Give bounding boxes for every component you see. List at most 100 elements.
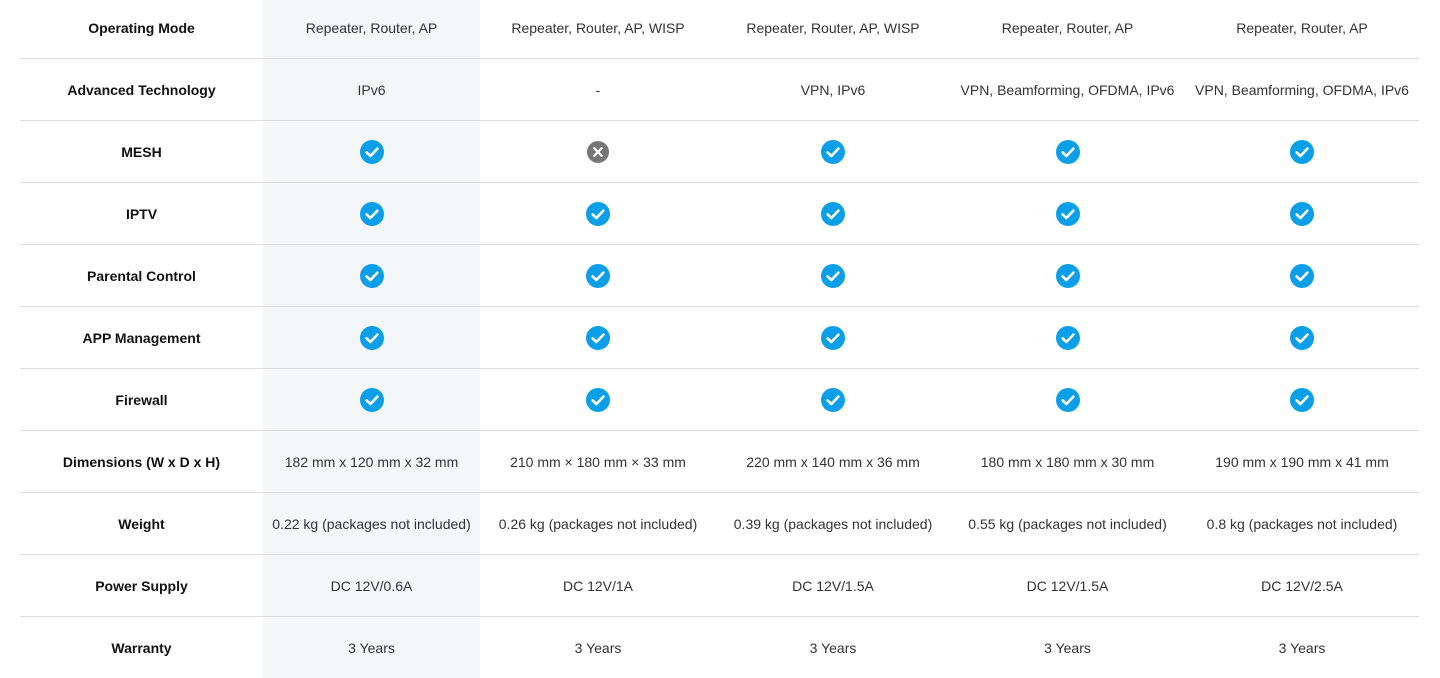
check-circle-icon [821, 140, 845, 164]
table-cell [480, 245, 716, 307]
table-cell: 3 Years [263, 617, 480, 678]
table-cell: DC 12V/0.6A [263, 555, 480, 617]
table-cell: 220 mm x 140 mm x 36 mm [716, 431, 950, 493]
table-cell [950, 307, 1185, 369]
table-cell: Repeater, Router, AP [1185, 0, 1419, 59]
table-cell: DC 12V/1.5A [950, 555, 1185, 617]
table-cell [263, 369, 480, 431]
table-cell: 0.26 kg (packages not included) [480, 493, 716, 555]
table-row: Parental Control [20, 245, 1419, 307]
table-cell: VPN, Beamforming, OFDMA, IPv6 [1185, 59, 1419, 121]
check-circle-icon [586, 202, 610, 226]
row-label: Power Supply [20, 555, 263, 617]
table-cell: 0.8 kg (packages not included) [1185, 493, 1419, 555]
table-row: Firewall [20, 369, 1419, 431]
table-cell: Repeater, Router, AP [263, 0, 480, 59]
table-cell [480, 369, 716, 431]
table-row: Warranty3 Years3 Years3 Years3 Years3 Ye… [20, 617, 1419, 678]
table-cell: VPN, IPv6 [716, 59, 950, 121]
table-cell [950, 183, 1185, 245]
table-row: Dimensions (W x D x H)182 mm x 120 mm x … [20, 431, 1419, 493]
table-cell: 3 Years [480, 617, 716, 678]
table-cell [480, 121, 716, 183]
table-cell [950, 121, 1185, 183]
table-cell: 3 Years [716, 617, 950, 678]
table-cell [716, 245, 950, 307]
table-cell: 0.55 kg (packages not included) [950, 493, 1185, 555]
table-cell [263, 307, 480, 369]
table-row: Advanced TechnologyIPv6-VPN, IPv6VPN, Be… [20, 59, 1419, 121]
table-cell: VPN, Beamforming, OFDMA, IPv6 [950, 59, 1185, 121]
check-circle-icon [1290, 202, 1314, 226]
check-circle-icon [1290, 388, 1314, 412]
table-cell: DC 12V/2.5A [1185, 555, 1419, 617]
table-cell: Repeater, Router, AP [950, 0, 1185, 59]
row-label: Warranty [20, 617, 263, 678]
row-label: Advanced Technology [20, 59, 263, 121]
table-cell: Repeater, Router, AP, WISP [716, 0, 950, 59]
row-label: Parental Control [20, 245, 263, 307]
table-cell [480, 183, 716, 245]
spec-comparison-table: Operating ModeRepeater, Router, APRepeat… [20, 0, 1419, 678]
check-circle-icon [1290, 264, 1314, 288]
check-circle-icon [586, 388, 610, 412]
check-circle-icon [1290, 326, 1314, 350]
table-cell: 3 Years [950, 617, 1185, 678]
check-circle-icon [360, 202, 384, 226]
table-cell: - [480, 59, 716, 121]
table-cell [950, 245, 1185, 307]
table-cell [263, 245, 480, 307]
check-circle-icon [586, 326, 610, 350]
check-circle-icon [1056, 202, 1080, 226]
table-cell: 190 mm x 190 mm x 41 mm [1185, 431, 1419, 493]
table-cell [263, 121, 480, 183]
table-cell [716, 121, 950, 183]
table-cell: 210 mm × 180 mm × 33 mm [480, 431, 716, 493]
table-row: Operating ModeRepeater, Router, APRepeat… [20, 0, 1419, 59]
check-circle-icon [821, 202, 845, 226]
row-label: Dimensions (W x D x H) [20, 431, 263, 493]
row-label: MESH [20, 121, 263, 183]
check-circle-icon [821, 264, 845, 288]
table-cell: 0.39 kg (packages not included) [716, 493, 950, 555]
check-circle-icon [586, 264, 610, 288]
check-circle-icon [821, 326, 845, 350]
cross-circle-icon [586, 140, 610, 164]
table-cell [950, 369, 1185, 431]
table-cell: 3 Years [1185, 617, 1419, 678]
check-circle-icon [1056, 264, 1080, 288]
table-cell [716, 183, 950, 245]
table-cell [1185, 307, 1419, 369]
table-cell [1185, 183, 1419, 245]
table-row: APP Management [20, 307, 1419, 369]
table-cell: 182 mm x 120 mm x 32 mm [263, 431, 480, 493]
check-circle-icon [1056, 140, 1080, 164]
table-cell: IPv6 [263, 59, 480, 121]
table-cell [263, 183, 480, 245]
table-cell: DC 12V/1A [480, 555, 716, 617]
check-circle-icon [360, 140, 384, 164]
row-label: Weight [20, 493, 263, 555]
table-cell: 0.22 kg (packages not included) [263, 493, 480, 555]
table-row: Weight0.22 kg (packages not included)0.2… [20, 493, 1419, 555]
table-cell: DC 12V/1.5A [716, 555, 950, 617]
table-cell [716, 369, 950, 431]
row-label: Firewall [20, 369, 263, 431]
check-circle-icon [1290, 140, 1314, 164]
check-circle-icon [360, 388, 384, 412]
table-row: Power SupplyDC 12V/0.6ADC 12V/1ADC 12V/1… [20, 555, 1419, 617]
row-label: Operating Mode [20, 0, 263, 59]
table-cell [1185, 369, 1419, 431]
row-label: APP Management [20, 307, 263, 369]
spec-table-body: Operating ModeRepeater, Router, APRepeat… [20, 0, 1419, 678]
row-label: IPTV [20, 183, 263, 245]
table-row: MESH [20, 121, 1419, 183]
table-row: IPTV [20, 183, 1419, 245]
table-cell: Repeater, Router, AP, WISP [480, 0, 716, 59]
table-cell [716, 307, 950, 369]
table-cell [1185, 121, 1419, 183]
check-circle-icon [821, 388, 845, 412]
table-cell: 180 mm x 180 mm x 30 mm [950, 431, 1185, 493]
check-circle-icon [360, 264, 384, 288]
check-circle-icon [1056, 326, 1080, 350]
